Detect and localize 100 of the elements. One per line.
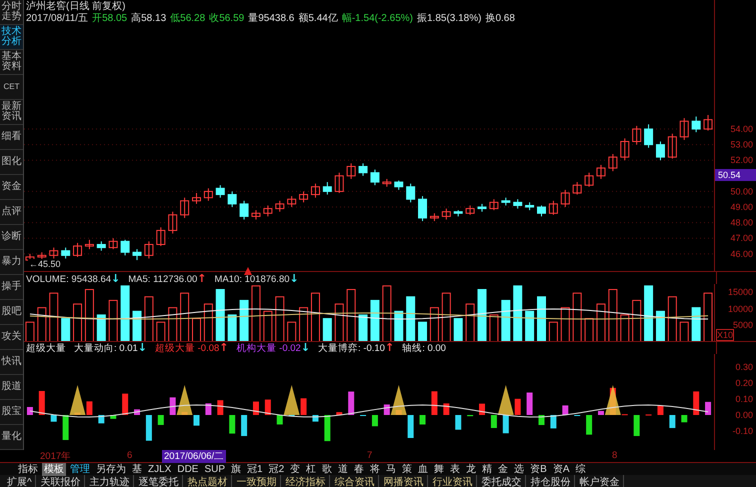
toolbar-button[interactable]: 金: [496, 462, 510, 476]
sidebar-tab[interactable]: 股宝: [0, 400, 23, 425]
sidebar-tab[interactable]: 操手: [0, 275, 23, 300]
info-tab[interactable]: 网播资讯: [380, 474, 428, 487]
volume-legend: MA5: 112736.00↑: [128, 272, 206, 284]
toolbar-button[interactable]: 资B: [528, 462, 549, 476]
date-label: 2017年: [40, 450, 72, 463]
toolbar-button[interactable]: 血: [416, 462, 430, 476]
toolbar-button[interactable]: 指标: [16, 462, 40, 476]
volume-legend: MA10: 101876.80↓: [214, 272, 299, 284]
price-tick: 50.00: [730, 186, 753, 196]
sidebar-tab[interactable]: 最新资讯: [0, 100, 23, 125]
quote-value: 收56.59: [209, 13, 244, 25]
indicator-tick: 0.20: [735, 378, 753, 388]
sidebar-tab[interactable]: 图化: [0, 150, 23, 175]
quote-value: 量95438.6: [248, 13, 294, 25]
date-label: 6: [127, 450, 132, 461]
sidebar-tab[interactable]: 攻关: [0, 325, 23, 350]
sidebar-tab[interactable]: 量化: [0, 425, 23, 450]
sidebar-tab[interactable]: 资金: [0, 175, 23, 200]
sidebar-tab[interactable]: 技术分析: [0, 25, 23, 50]
info-tab[interactable]: 逐笔委托: [136, 474, 183, 487]
volume-tick: 10000: [728, 304, 753, 314]
info-tab[interactable]: 扩展^: [4, 474, 36, 487]
toolbar-button[interactable]: 变: [288, 462, 302, 476]
sidebar-tab[interactable]: 快讯: [0, 350, 23, 375]
price-tick: 54.00: [730, 124, 753, 134]
volume-unit: X10: [716, 329, 734, 341]
toolbar-button[interactable]: 马: [384, 462, 398, 476]
toolbar-button[interactable]: 道: [336, 462, 350, 476]
indicator-tick: -0.10: [732, 426, 753, 436]
toolbar-button[interactable]: 将: [368, 462, 382, 476]
indicator-legend: 超级大量 -0.08↑: [155, 341, 229, 355]
indicator-tick: 0.00: [735, 410, 753, 420]
toolbar-button[interactable]: 选: [512, 462, 526, 476]
quote-value: 换0.68: [485, 13, 515, 25]
quote-value: 振1.85(3.18%): [416, 13, 482, 25]
sidebar-tab[interactable]: 基本资料: [0, 50, 23, 75]
sidebar-tab[interactable]: 细看: [0, 125, 23, 150]
info-tab[interactable]: 行业资讯: [430, 474, 477, 487]
date-label: 8: [612, 450, 618, 461]
info-tab[interactable]: 主力轨迹: [86, 474, 134, 487]
price-tick: 48.00: [730, 218, 753, 228]
quote-value: 额5.44亿: [298, 13, 338, 25]
toolbar-button[interactable]: 管理: [68, 462, 92, 476]
indicator-legend: 大量博弈: -0.10↑: [318, 341, 394, 355]
sidebar-tab[interactable]: 股吧: [0, 300, 23, 325]
sidebar-tab[interactable]: 点评: [0, 200, 23, 225]
indicator-legend: 轴线: 0.00: [402, 342, 446, 354]
info-tab[interactable]: 热点题材: [184, 474, 232, 487]
info-tab[interactable]: 关联报价: [38, 474, 85, 487]
sidebar-tab[interactable]: CET: [0, 75, 23, 100]
toolbar-button[interactable]: 综: [574, 462, 588, 476]
volume-tick: 5000: [732, 320, 753, 330]
info-tab[interactable]: 经济指标: [282, 474, 330, 487]
toolbar-button[interactable]: 冠1: [245, 462, 265, 476]
info-tab[interactable]: 综合资讯: [332, 474, 379, 487]
toolbar-button[interactable]: 春: [352, 462, 366, 476]
toolbar-button[interactable]: ZJLX: [146, 464, 174, 474]
toolbar-button[interactable]: 精: [480, 462, 494, 476]
toolbar-button[interactable]: 龙: [464, 462, 478, 476]
indicator-legend: 超级大量: [26, 342, 66, 354]
toolbar-button[interactable]: 旗: [229, 462, 244, 476]
volume-tick: 15000: [728, 287, 753, 297]
price-tick: 49.00: [730, 202, 753, 212]
sidebar-tab[interactable]: 暴力: [0, 250, 23, 275]
info-tab[interactable]: 一致预期: [234, 474, 281, 487]
toolbar-button[interactable]: 冠2: [266, 462, 286, 476]
price-tick: 52.00: [730, 155, 753, 166]
toolbar-button[interactable]: 另存为: [94, 462, 128, 476]
toolbar-button[interactable]: 基: [130, 462, 144, 476]
volume-legend: VOLUME: 95438.64↓: [26, 272, 120, 284]
toolbar-button[interactable]: 杠: [304, 462, 318, 476]
indicator-tick: 0.10: [735, 394, 753, 404]
quote-value: 幅-1.54(-2.65%): [342, 13, 413, 25]
toolbar-button[interactable]: 模板: [42, 462, 66, 476]
info-tab[interactable]: 委托成交: [478, 474, 526, 487]
indicator-legend: 大量动向: 0.01↓: [74, 341, 147, 355]
low-price-label: ←45.50: [28, 259, 62, 269]
toolbar-button[interactable]: DDE: [175, 464, 200, 474]
sidebar-tab[interactable]: 诊断: [0, 225, 23, 250]
date-label: 7: [367, 450, 372, 461]
price-tick: 46.00: [730, 248, 753, 259]
toolbar-button[interactable]: 策: [400, 462, 414, 476]
toolbar-button[interactable]: 歌: [320, 462, 334, 476]
current-price-tag: 50.54: [715, 169, 756, 181]
price-tick: 53.00: [730, 140, 753, 150]
quote-value: 开58.05: [92, 13, 128, 25]
quote-date: 2017/08/11/五: [26, 13, 88, 25]
info-tab[interactable]: 帐户资金: [576, 474, 624, 487]
toolbar-button[interactable]: 舞: [432, 462, 446, 476]
quote-value: 高58.13: [131, 13, 166, 25]
price-tick: 47.00: [730, 233, 753, 244]
indicator-tick: 0.30: [735, 362, 753, 372]
toolbar-button[interactable]: 资A: [550, 462, 572, 476]
info-tab[interactable]: 持仓股份: [528, 474, 575, 487]
sidebar-tab[interactable]: 股道: [0, 375, 23, 400]
toolbar-button[interactable]: 表: [448, 462, 462, 476]
toolbar-button[interactable]: SUP: [202, 464, 228, 474]
date-label: 2017/06/06/二: [162, 450, 226, 463]
